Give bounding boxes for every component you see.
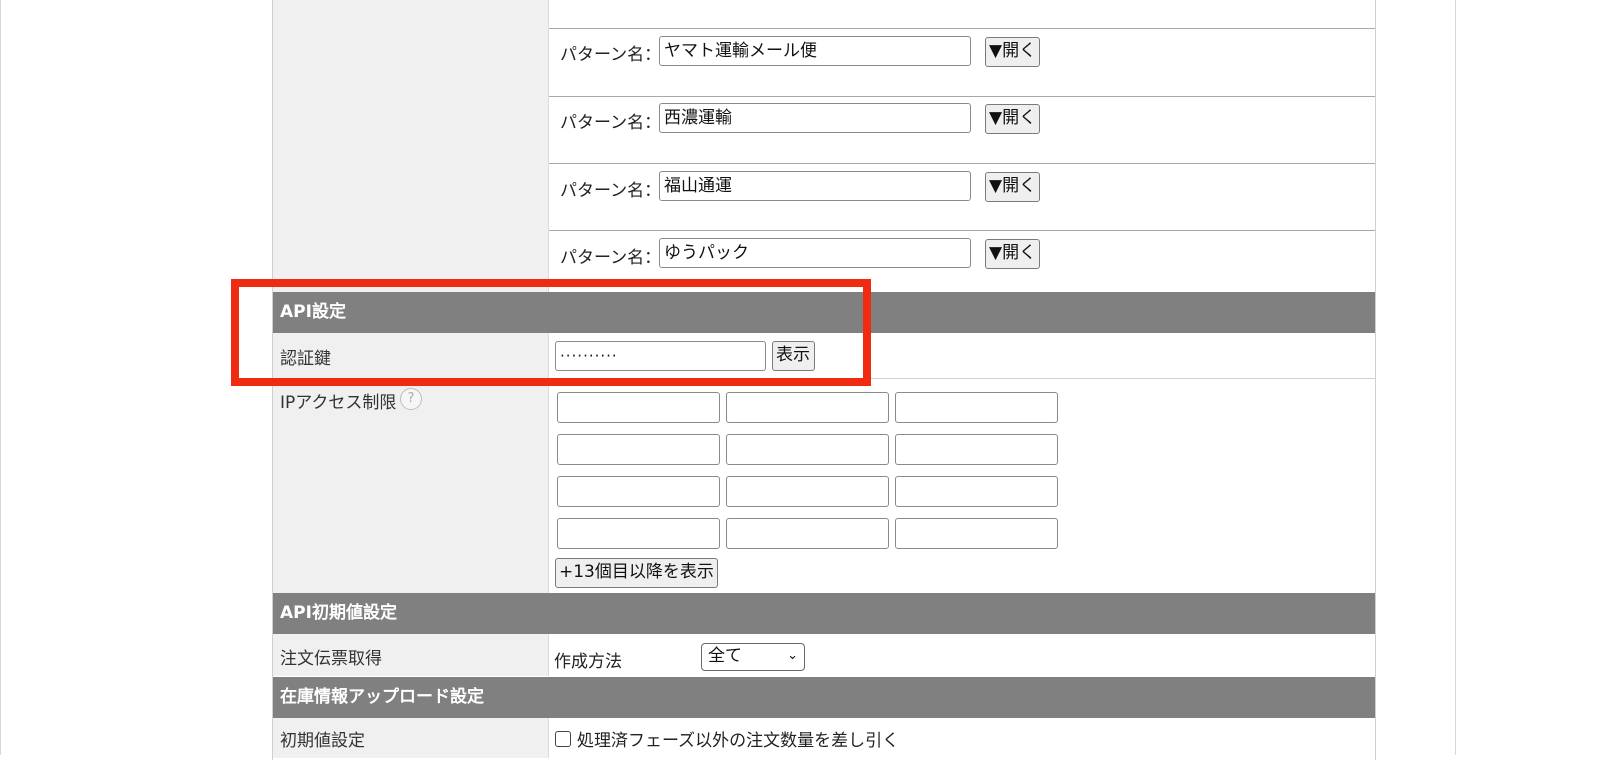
- order-slip-label: 注文伝票取得: [280, 649, 382, 669]
- left-page-edge: [0, 0, 1, 755]
- open-button[interactable]: ▼開く: [985, 37, 1041, 67]
- pattern-name-label: パターン名：: [560, 113, 662, 133]
- ip-input[interactable]: [726, 476, 889, 507]
- pattern-name-input[interactable]: 福山通運: [659, 171, 971, 201]
- inventory-upload-header: 在庫情報アップロード設定: [273, 677, 1375, 718]
- ip-input[interactable]: [557, 476, 720, 507]
- divider: [549, 163, 1375, 164]
- show-key-button[interactable]: 表示: [772, 341, 815, 371]
- ip-input[interactable]: [895, 434, 1058, 465]
- right-page-edge: [1455, 0, 1456, 755]
- api-settings-header: API設定: [273, 292, 1375, 333]
- pattern-name-label: パターン名：: [560, 248, 662, 268]
- method-select[interactable]: 全て ⌄: [701, 643, 805, 671]
- api-defaults-header: API初期値設定: [273, 593, 1375, 634]
- ip-input[interactable]: [557, 518, 720, 549]
- show-more-ip-button[interactable]: +13個目以降を表示: [555, 558, 718, 588]
- ip-input[interactable]: [726, 518, 889, 549]
- pattern-name-input[interactable]: ヤマト運輸メール便: [659, 36, 971, 66]
- initial-value-label: 初期値設定: [280, 731, 365, 751]
- question-icon[interactable]: ?: [400, 388, 422, 410]
- open-button[interactable]: ▼開く: [985, 172, 1041, 202]
- subtract-quantity-checkbox[interactable]: [555, 731, 571, 747]
- auth-key-label: 認証鍵: [280, 349, 331, 369]
- pattern-name-label: パターン名：: [560, 181, 662, 201]
- pattern-name-input[interactable]: 西濃運輸: [659, 103, 971, 133]
- open-button[interactable]: ▼開く: [985, 104, 1041, 134]
- pattern-name-input[interactable]: ゆうパック: [659, 238, 971, 268]
- divider: [549, 230, 1375, 231]
- ip-input[interactable]: [895, 518, 1058, 549]
- pattern-name-label: パターン名：: [560, 45, 662, 65]
- chevron-down-icon: ⌄: [787, 648, 798, 663]
- auth-key-input[interactable]: ··········: [555, 341, 766, 371]
- label-column-top: [273, 0, 549, 292]
- subtract-quantity-label: 処理済フェーズ以外の注文数量を差し引く: [577, 731, 900, 751]
- method-label: 作成方法: [554, 652, 622, 672]
- ip-input[interactable]: [557, 392, 720, 423]
- divider: [549, 28, 1375, 29]
- ip-input[interactable]: [895, 392, 1058, 423]
- ip-input[interactable]: [726, 434, 889, 465]
- ip-input[interactable]: [557, 434, 720, 465]
- ip-input[interactable]: [726, 392, 889, 423]
- method-select-value: 全て: [708, 646, 742, 666]
- divider: [549, 96, 1375, 97]
- ip-input[interactable]: [895, 476, 1058, 507]
- open-button[interactable]: ▼開く: [985, 239, 1041, 269]
- ip-restriction-label: IPアクセス制限: [280, 393, 397, 413]
